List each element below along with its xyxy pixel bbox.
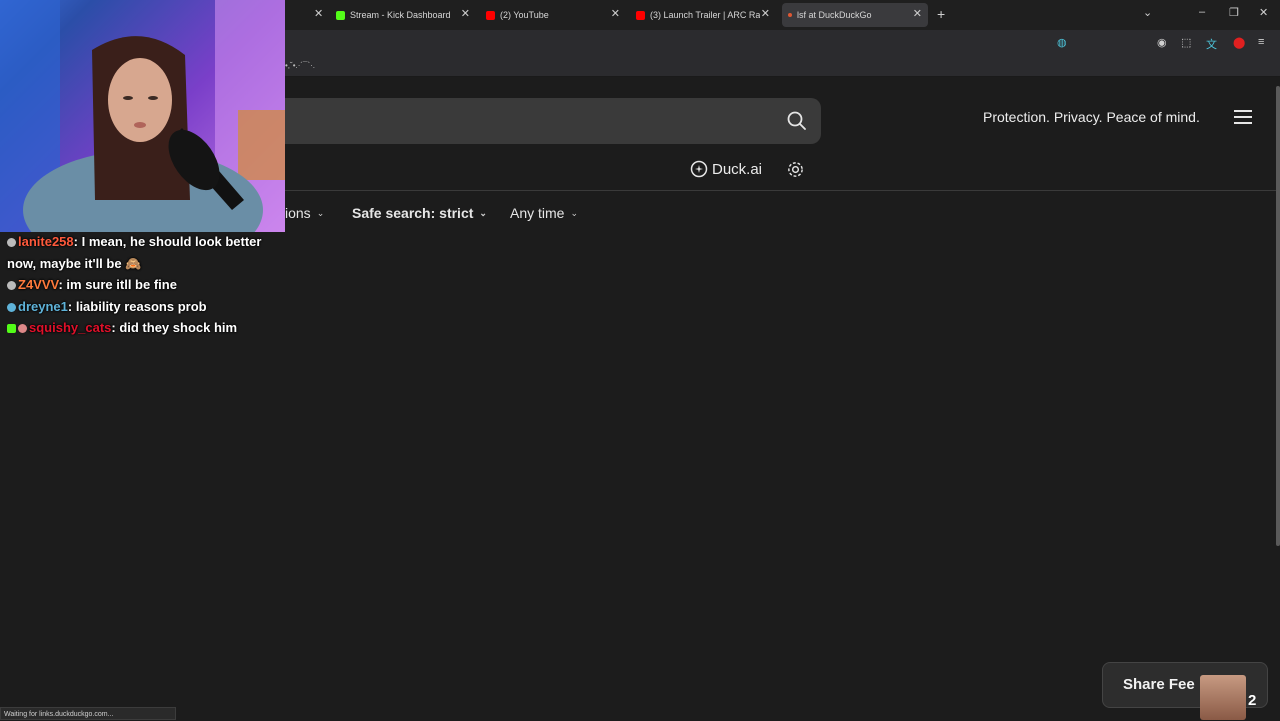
extensions-icon[interactable]: ⬚ xyxy=(1181,36,1191,49)
bookmark-item[interactable]: •,˘•.·´¯`·. xyxy=(285,61,315,70)
chevron-down-icon: ⌄ xyxy=(570,207,579,218)
chat-username: squishy_cats xyxy=(29,320,112,335)
duckduckgo-favicon-icon xyxy=(788,13,792,17)
close-icon[interactable]: ✕ xyxy=(913,7,922,20)
translate-icon[interactable]: 文 xyxy=(1206,36,1217,52)
chat-username: dreyne1 xyxy=(18,298,68,314)
close-icon[interactable]: ✕ xyxy=(461,7,470,20)
tab-list-chevron-icon[interactable]: ⌄ xyxy=(1143,6,1152,19)
badge-icon xyxy=(7,281,16,291)
filter-label: Any time xyxy=(510,205,565,221)
tab-kick-dashboard[interactable]: Stream - Kick Dashboard ✕ xyxy=(336,3,476,27)
badge-icon xyxy=(18,324,27,334)
stream-chat: lanite258: I mean, he should look better… xyxy=(7,231,285,339)
search-icon[interactable] xyxy=(786,110,808,132)
chat-text: liability reasons prob xyxy=(75,298,207,314)
chevron-down-icon: ⌄ xyxy=(316,207,325,218)
tab-duckduckgo[interactable]: lsf at DuckDuckGo ✕ xyxy=(782,3,928,27)
header-divider xyxy=(285,190,1280,191)
chat-username: lanite258 xyxy=(18,234,74,249)
kick-favicon-icon xyxy=(336,10,345,20)
filter-label: Safe search: strict xyxy=(352,205,474,221)
filter-label: ions xyxy=(285,205,311,221)
verified-badge-icon xyxy=(7,324,16,334)
region-filter[interactable]: ions ⌄ xyxy=(285,205,324,221)
tab-youtube[interactable]: (2) YouTube ✕ xyxy=(486,3,626,27)
chat-message: lanite258: I mean, he should look better… xyxy=(7,234,262,271)
notification-count: 2 xyxy=(1248,692,1257,709)
chevron-down-icon: ⌄ xyxy=(479,207,487,218)
tab-title: lsf at DuckDuckGo xyxy=(797,10,872,20)
chat-message: squishy_cats: did they shock him xyxy=(7,317,285,339)
chat-message: dreyne1: liability reasons prob xyxy=(7,296,285,318)
search-input[interactable] xyxy=(285,98,821,144)
youtube-favicon-icon xyxy=(486,10,495,20)
tab-title: (3) Launch Trailer | ARC Raiders xyxy=(650,10,760,20)
close-icon[interactable]: ✕ xyxy=(761,7,770,20)
share-feedback-label: Share Fee xyxy=(1123,676,1195,693)
youtube-favicon-icon xyxy=(636,10,645,20)
duckai-label: Duck.ai xyxy=(712,160,763,178)
restore-icon[interactable]: ❐ xyxy=(1229,6,1239,19)
chat-text: im sure itll be fine xyxy=(66,277,177,292)
ublock-icon[interactable]: ⬤ xyxy=(1233,36,1245,49)
account-icon[interactable]: ◉ xyxy=(1157,36,1167,49)
streamer-figure xyxy=(0,0,285,232)
chat-message: Z4VVV: im sure itll be fine xyxy=(7,274,285,296)
webcam-overlay xyxy=(0,0,285,232)
tab-title: (2) YouTube xyxy=(500,10,549,20)
minimize-icon[interactable]: – xyxy=(1199,6,1205,18)
window-close-icon[interactable]: ✕ xyxy=(1259,6,1268,19)
chat-text: did they shock him xyxy=(119,320,238,335)
hamburger-menu-icon[interactable] xyxy=(1234,110,1252,124)
mini-webcam-overlay xyxy=(1200,675,1246,720)
new-tab-button[interactable]: + xyxy=(937,6,945,22)
scrollbar[interactable] xyxy=(1276,86,1280,546)
time-filter[interactable]: Any time ⌄ xyxy=(510,205,578,221)
close-icon[interactable]: ✕ xyxy=(611,7,620,20)
globe-icon[interactable]: ◍ xyxy=(1057,36,1067,49)
close-icon[interactable]: ✕ xyxy=(314,7,323,20)
status-bar: Waiting for links.duckduckgo.com... xyxy=(0,707,176,720)
tab-arc-raiders[interactable]: (3) Launch Trailer | ARC Raiders ✕ xyxy=(636,3,776,27)
safe-search-filter[interactable]: Safe search: strict ⌄ xyxy=(352,205,487,221)
tab-title: Stream - Kick Dashboard xyxy=(350,10,451,20)
badge-icon xyxy=(7,302,16,312)
badge-icon xyxy=(7,238,16,248)
gear-icon[interactable] xyxy=(786,160,805,179)
privacy-tagline[interactable]: Protection. Privacy. Peace of mind. xyxy=(983,109,1200,125)
duckai-button[interactable]: Duck.ai xyxy=(690,160,762,178)
chat-bubble-icon xyxy=(690,160,708,178)
browser-menu-icon[interactable]: ≡ xyxy=(1258,36,1264,48)
chat-username: Z4VVV xyxy=(18,277,59,292)
